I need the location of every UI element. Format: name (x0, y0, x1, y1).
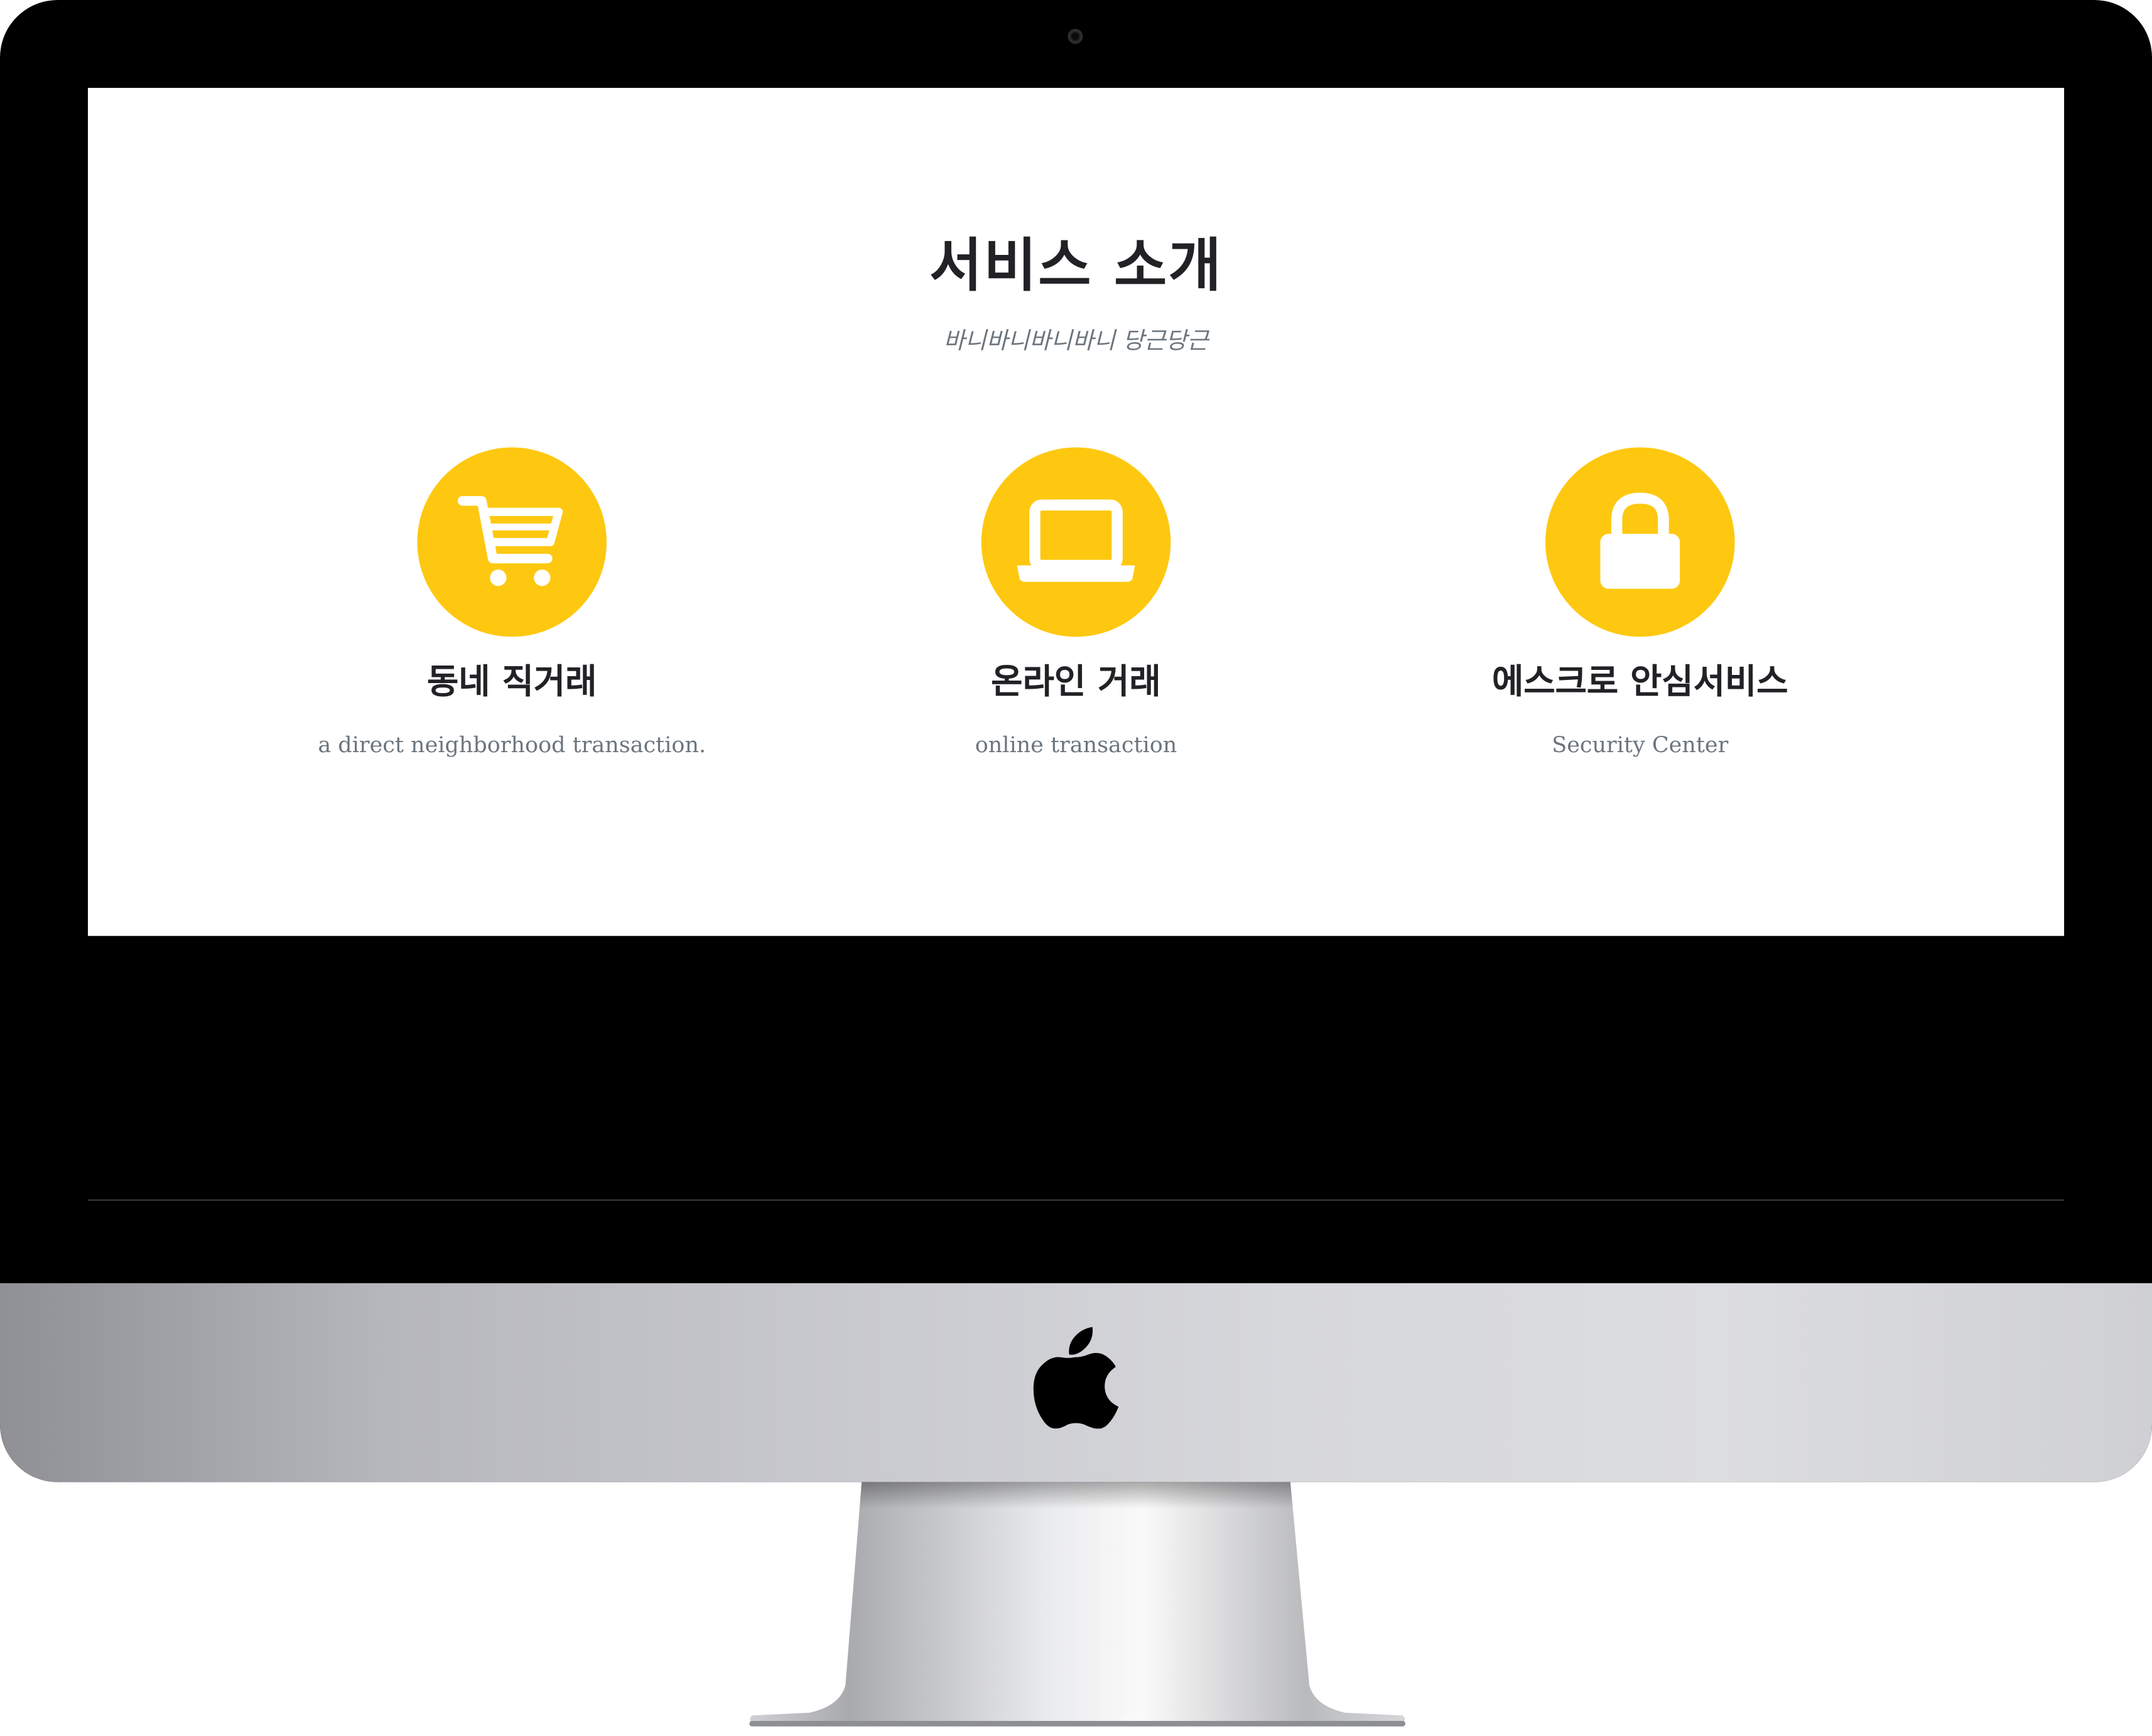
camera-icon (1068, 28, 1083, 44)
service-description: a direct neighborhood transaction. (318, 731, 706, 758)
service-title: 동네 직거래 (427, 661, 597, 701)
services-section: 서비스 소개 바니바니바니바니 당근당근 동네 직거래 a direct nei… (87, 87, 2065, 936)
service-item-neighborhood: 동네 직거래 a direct neighborhood transaction… (197, 447, 828, 760)
service-title: 에스크로 안심서비스 (1492, 661, 1788, 701)
shopping-cart-icon (457, 496, 563, 586)
imac-bezel: 서비스 소개 바니바니바니바니 당근당근 동네 직거래 a direct nei… (0, 0, 2152, 1482)
service-item-escrow: 에스크로 안심서비스 Security Center (1324, 447, 1955, 760)
imac-stand (749, 1479, 1406, 1727)
imac-mockup: 서비스 소개 바니바니바니바니 당근당근 동네 직거래 a direct nei… (0, 0, 2152, 1736)
service-icon-circle (1545, 447, 1735, 637)
section-heading: 서비스 소개 (929, 232, 1223, 299)
laptop-icon (1017, 499, 1135, 582)
service-title: 온라인 거래 (991, 661, 1161, 701)
service-icon-circle (417, 447, 607, 637)
service-description: Security Center (1552, 731, 1729, 758)
apple-logo-icon (1033, 1327, 1119, 1429)
screen: 서비스 소개 바니바니바니바니 당근당근 동네 직거래 a direct nei… (87, 87, 2065, 1201)
lock-icon (1600, 492, 1680, 589)
service-description: online transaction (975, 731, 1177, 758)
section-subheading: 바니바니바니바니 당근당근 (943, 328, 1209, 356)
service-item-online: 온라인 거래 online transaction (760, 447, 1392, 760)
service-icon-circle (981, 447, 1171, 637)
